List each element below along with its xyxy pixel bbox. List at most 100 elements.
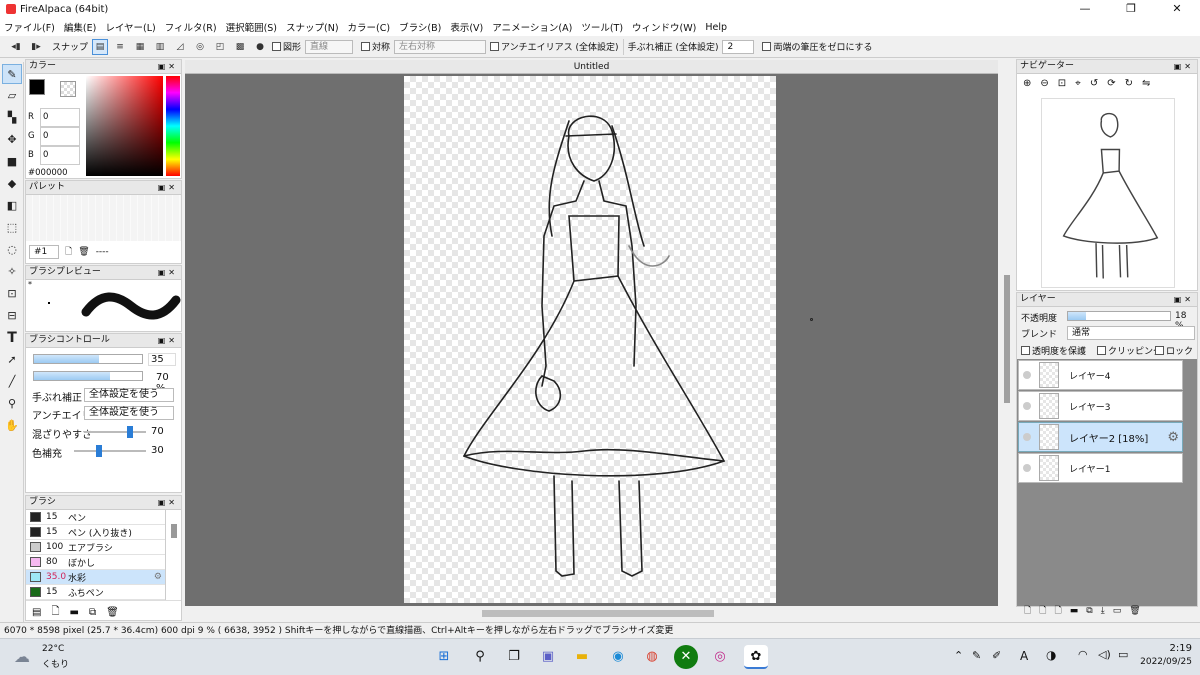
close-button[interactable]: ✕ (1154, 0, 1200, 18)
layer-visibility-icon[interactable] (1023, 433, 1031, 441)
brush-item[interactable]: 15 ペン (26, 510, 165, 525)
clock-date[interactable]: 2022/09/25 (1138, 657, 1192, 667)
ime-indicator[interactable]: A (1020, 649, 1028, 663)
menu-window[interactable]: ウィンドウ(W) (632, 20, 696, 34)
eyedropper-tool-icon[interactable]: ⚲ (2, 394, 22, 414)
shape-toggle[interactable]: 図形 (272, 40, 301, 53)
clip-studio-icon[interactable]: ◎ (708, 645, 732, 669)
brush-item[interactable]: 15 ペン (入り抜き) (26, 525, 165, 540)
stabilizer-select[interactable]: 2 (722, 39, 755, 54)
color-fill-slider-knob[interactable] (95, 445, 102, 457)
lasso-tool-icon[interactable]: ◌ (2, 240, 22, 260)
battery-icon[interactable]: ▭ (1118, 648, 1128, 661)
menu-brush[interactable]: ブラシ(B) (399, 20, 441, 34)
layer-opacity-slider[interactable] (1067, 311, 1171, 321)
blend-slider[interactable] (84, 426, 146, 438)
navigator-preview[interactable] (1041, 98, 1175, 288)
magic-wand-tool-icon[interactable]: ✧ (2, 262, 22, 282)
layer-row[interactable]: レイヤー1 (1018, 453, 1183, 483)
palette-number-select[interactable]: #1 (29, 245, 59, 259)
panel-buttons[interactable]: ▣✕ (1174, 293, 1194, 306)
brush-opacity-slider[interactable] (33, 371, 143, 381)
brush-settings-gear-icon[interactable]: ⚙ (154, 572, 162, 582)
panel-buttons[interactable]: ▣✕ (158, 266, 178, 279)
brush-item[interactable]: 100 エアブラシ (26, 540, 165, 555)
snap-circle-icon[interactable]: ◎ (192, 39, 208, 55)
primary-color-swatch[interactable] (29, 79, 45, 95)
layer-visibility-icon[interactable] (1023, 402, 1031, 410)
menu-layer[interactable]: レイヤー(L) (105, 20, 155, 34)
next-frame-icon[interactable]: ▮▸ (28, 39, 44, 55)
symmetry-toggle[interactable]: 対称 (361, 40, 390, 53)
blend-slider-knob[interactable] (127, 426, 134, 438)
restore-button[interactable]: ❐ (1108, 0, 1154, 18)
b-input[interactable]: 0 (40, 146, 80, 165)
tablet-icon[interactable]: ✐ (992, 649, 1001, 662)
snap-curve-icon[interactable]: ◰ (212, 39, 228, 55)
menu-tools[interactable]: ツール(T) (581, 20, 623, 34)
layer-row[interactable]: レイヤー3 (1018, 391, 1183, 421)
clock-time[interactable]: 2:19 (1150, 643, 1192, 654)
g-input[interactable]: 0 (40, 127, 80, 146)
weather-temp[interactable]: 22°C (42, 644, 64, 654)
lock-toggle[interactable]: ロック (1155, 344, 1193, 357)
merge-layer-icon[interactable]: ⤓ (1101, 606, 1105, 616)
antialias-select[interactable]: 全体設定を使う (84, 406, 174, 420)
xbox-icon[interactable]: ✕ (674, 645, 698, 669)
actual-size-icon[interactable]: ⌖ (1075, 78, 1081, 89)
snap-dot-icon[interactable]: ● (252, 39, 268, 55)
snap-off-icon[interactable]: ▤ (92, 38, 109, 55)
snap-vertical-icon[interactable]: ▥ (152, 39, 168, 55)
brush-size-slider[interactable] (33, 354, 143, 364)
text-tool-icon[interactable]: T (2, 328, 22, 348)
hand-tool-icon[interactable]: ✋ (2, 416, 22, 436)
fill-rect-tool-icon[interactable]: ■ (2, 152, 22, 172)
rotate-right-icon[interactable]: ↻ (1125, 78, 1133, 89)
brush-list-scrollbar[interactable] (171, 524, 177, 538)
show-hidden-icons[interactable]: ⌃ (954, 649, 963, 662)
brush-tool-icon[interactable]: ✎ (2, 64, 22, 84)
panel-buttons[interactable]: ▣✕ (158, 496, 178, 509)
transparent-color-swatch[interactable] (60, 81, 76, 97)
move-tool-icon[interactable]: ✥ (2, 130, 22, 150)
snap-grid-icon[interactable]: ▦ (132, 39, 148, 55)
fit-zoom-icon[interactable]: ⊡ (1058, 78, 1066, 89)
panel-buttons[interactable]: ▣✕ (158, 60, 178, 73)
palette-swatch-area[interactable] (26, 195, 181, 241)
color-fill-slider[interactable] (74, 445, 146, 457)
reset-rotation-icon[interactable]: ⟳ (1107, 78, 1115, 89)
new-folder-icon[interactable]: ▬ (1070, 606, 1079, 616)
snap-perspective-icon[interactable]: ◿ (172, 39, 188, 55)
search-icon[interactable]: ⚲ (468, 645, 492, 669)
meet-icon[interactable]: ▣ (536, 645, 560, 669)
layer-settings-gear-icon[interactable]: ⚙ (1167, 430, 1179, 445)
canvas-v-scrollbar[interactable] (1004, 275, 1010, 403)
bucket-tool-icon[interactable]: ◆ (2, 174, 22, 194)
brush-item[interactable]: 15 ふちペン (26, 585, 165, 600)
menu-color[interactable]: カラー(C) (348, 20, 391, 34)
operation-tool-icon[interactable]: ➚ (2, 350, 22, 370)
saturation-value-picker[interactable] (86, 76, 163, 176)
wifi-icon[interactable]: ◠ (1078, 648, 1088, 661)
layer-blend-select[interactable]: 通常 (1067, 326, 1195, 340)
brush-item[interactable]: 35.0 水彩 ⚙ (26, 570, 165, 585)
new-layer-icon[interactable]: 🗋 (1024, 603, 1031, 619)
windows-start-icon[interactable]: ⊞ (432, 645, 456, 669)
snap-3d-icon[interactable]: ▩ (232, 39, 248, 55)
duplicate-layer-icon[interactable]: ⧉ (1086, 606, 1092, 616)
stabilizer-select[interactable]: 全体設定を使う (84, 388, 174, 402)
gradient-tool-icon[interactable]: ◧ (2, 196, 22, 216)
zoom-out-icon[interactable]: ⊖ (1040, 78, 1048, 89)
edge-icon[interactable]: ◉ (606, 645, 630, 669)
select-pen-tool-icon[interactable]: ⊡ (2, 284, 22, 304)
hue-slider[interactable] (166, 76, 180, 176)
menu-animation[interactable]: アニメーション(A) (492, 20, 572, 34)
layer-row[interactable]: レイヤー2 [18%] ⚙ (1018, 422, 1183, 452)
pressure-toggle[interactable]: 両端の筆圧をゼロにする (762, 40, 873, 53)
panel-buttons[interactable]: ▣✕ (158, 334, 178, 347)
chrome-icon[interactable]: ◍ (640, 645, 664, 669)
new-palette-icon[interactable]: 🗋 (65, 244, 72, 260)
save-brush-icon[interactable]: ▤ (32, 607, 41, 618)
r-input[interactable]: 0 (40, 108, 80, 127)
folder-brush-icon[interactable]: ▬ (70, 607, 79, 618)
